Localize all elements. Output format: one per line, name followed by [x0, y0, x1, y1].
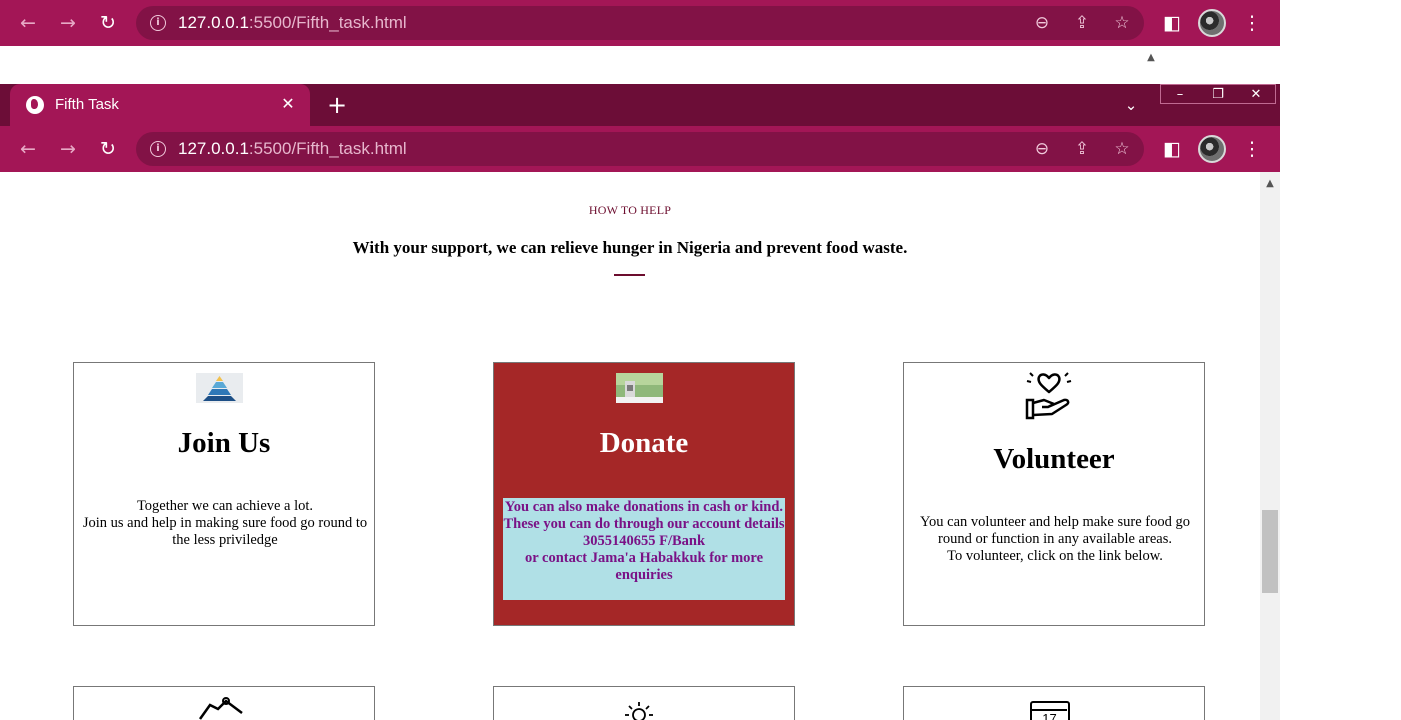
- address-url[interactable]: 127.0.0.1:5500/Fifth_task.html: [178, 139, 407, 159]
- section-divider: [614, 274, 645, 276]
- card-title: Donate: [599, 427, 689, 459]
- site-info-icon[interactable]: i: [150, 15, 166, 31]
- card-partial-1: [73, 686, 375, 720]
- profile-avatar[interactable]: [1198, 135, 1226, 163]
- address-bar[interactable]: i 127.0.0.1:5500/Fifth_task.html ⊖ ⇪ ☆: [136, 132, 1144, 166]
- card-partial-2: [493, 686, 795, 720]
- back-arrow-icon[interactable]: ←: [16, 11, 40, 35]
- card-title: Join Us: [177, 427, 271, 459]
- tab-fifth-task[interactable]: Fifth Task ✕: [10, 84, 310, 126]
- globe-icon: [26, 96, 44, 114]
- calendar-icon: 17: [1030, 701, 1070, 720]
- card-text: Together we can achieve a lot. Join us a…: [82, 498, 368, 548]
- restore-button[interactable]: ❐: [1199, 85, 1237, 104]
- card-donate: Donate You can also make donations in ca…: [493, 362, 795, 626]
- card-volunteer: Volunteer You can volunteer and help mak…: [903, 362, 1205, 626]
- bookmark-star-icon[interactable]: ☆: [1110, 137, 1134, 161]
- card-title: Volunteer: [993, 443, 1115, 475]
- side-panel-icon[interactable]: ◧: [1160, 11, 1184, 35]
- scroll-up-arrow-icon[interactable]: ▲: [1262, 176, 1278, 192]
- address-bar[interactable]: i 127.0.0.1:5500/Fifth_task.html ⊖ ⇪ ☆: [136, 6, 1144, 40]
- back-arrow-icon[interactable]: ←: [16, 137, 40, 161]
- profile-avatar[interactable]: [1198, 9, 1226, 37]
- tab-strip: Fifth Task ✕ + ⌄ – ❐ ✕: [0, 84, 1280, 126]
- share-icon[interactable]: ⇪: [1070, 11, 1094, 35]
- page-fragment: ▲: [0, 46, 1280, 84]
- reload-icon[interactable]: ↻: [96, 137, 120, 161]
- menu-kebab-icon[interactable]: ⋮: [1240, 11, 1264, 35]
- donate-details: You can also make donations in cash or k…: [503, 498, 785, 600]
- pyramid-image: [196, 373, 243, 403]
- tab-title: Fifth Task: [55, 96, 119, 113]
- minimize-button[interactable]: –: [1161, 85, 1199, 104]
- reload-icon[interactable]: ↻: [96, 11, 120, 35]
- site-info-icon[interactable]: i: [150, 141, 166, 157]
- zoom-out-icon[interactable]: ⊖: [1030, 11, 1054, 35]
- menu-kebab-icon[interactable]: ⋮: [1240, 137, 1264, 161]
- share-icon[interactable]: ⇪: [1070, 137, 1094, 161]
- close-tab-icon[interactable]: ✕: [278, 94, 298, 114]
- page-scrollbar[interactable]: ▲: [1260, 172, 1280, 720]
- section-label: HOW TO HELP: [588, 203, 672, 217]
- bookmark-star-icon[interactable]: ☆: [1110, 11, 1134, 35]
- heart-hand-icon: [1025, 372, 1072, 420]
- tab-search-chevron-icon[interactable]: ⌄: [1120, 94, 1142, 116]
- browser-toolbar: ← → ↻ i 127.0.0.1:5500/Fifth_task.html ⊖…: [0, 126, 1280, 172]
- new-tab-button[interactable]: +: [324, 92, 350, 118]
- browser-toolbar-top: ← → ↻ i 127.0.0.1:5500/Fifth_task.html ⊖…: [0, 0, 1280, 46]
- zoom-out-icon[interactable]: ⊖: [1030, 137, 1054, 161]
- page-viewport: HOW TO HELP With your support, we can re…: [0, 172, 1260, 720]
- close-window-button[interactable]: ✕: [1237, 85, 1275, 104]
- window-controls: – ❐ ✕: [1160, 84, 1276, 104]
- scrollbar-thumb[interactable]: [1262, 510, 1278, 593]
- calendar-day: 17: [1042, 711, 1057, 720]
- side-panel-icon[interactable]: ◧: [1160, 137, 1184, 161]
- donation-photo: [616, 373, 663, 403]
- bag-icon: [198, 697, 243, 720]
- forward-arrow-icon[interactable]: →: [56, 137, 80, 161]
- scroll-up-arrow-icon[interactable]: ▲: [1143, 50, 1159, 66]
- card-partial-3: 17: [903, 686, 1205, 720]
- section-lead: With your support, we can relieve hunger…: [352, 238, 908, 257]
- card-join-us: Join Us Together we can achieve a lot. J…: [73, 362, 375, 626]
- sun-icon: [625, 702, 653, 720]
- forward-arrow-icon[interactable]: →: [56, 11, 80, 35]
- card-text: You can volunteer and help make sure foo…: [920, 514, 1190, 564]
- address-url[interactable]: 127.0.0.1:5500/Fifth_task.html: [178, 13, 407, 33]
